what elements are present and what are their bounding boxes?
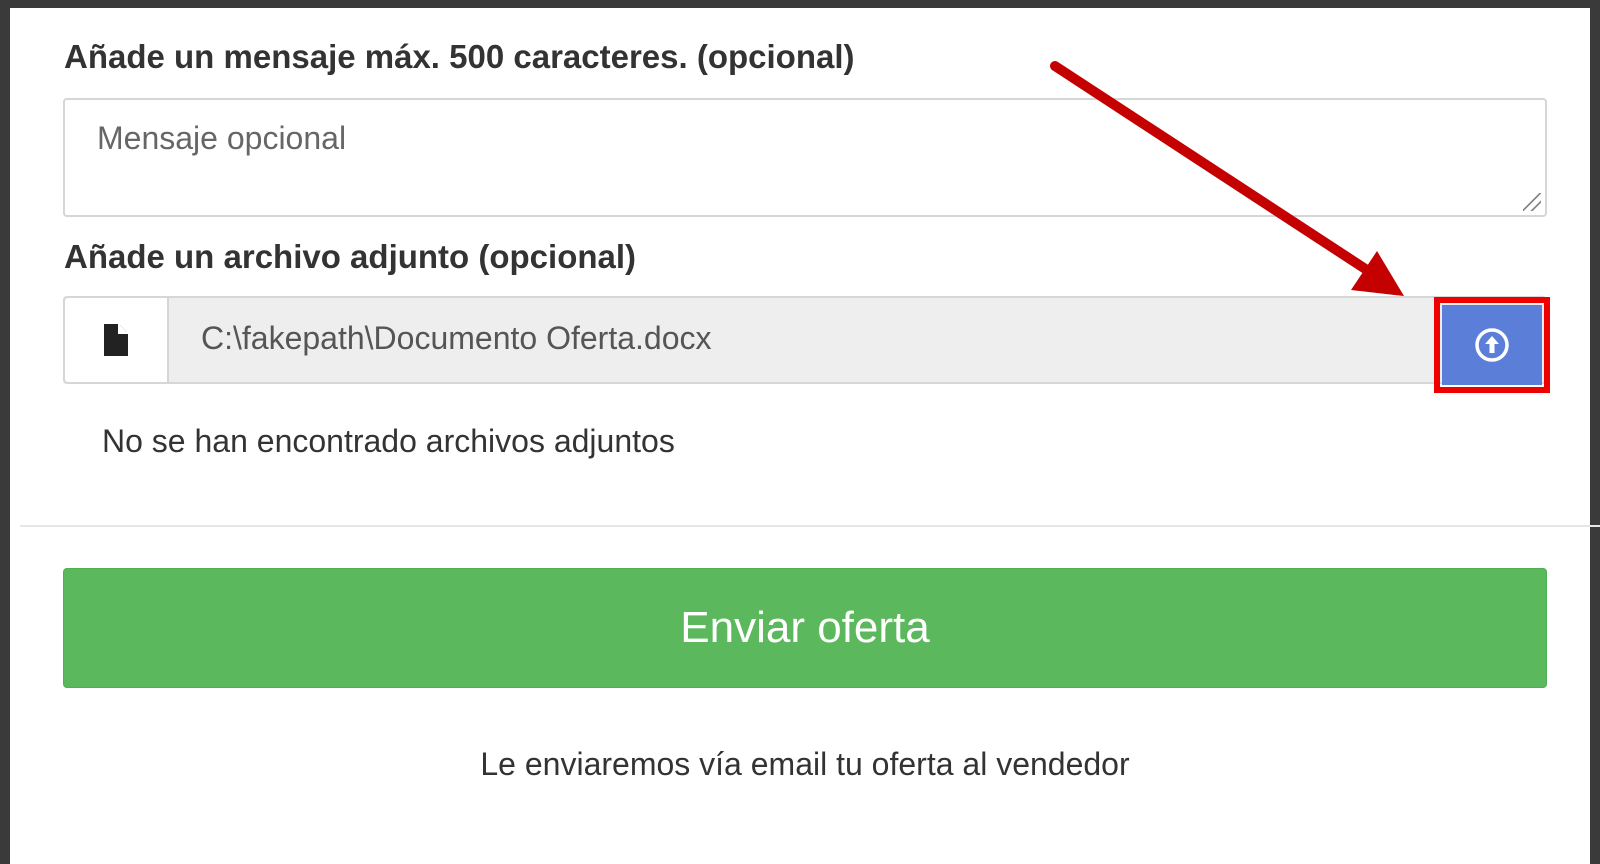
footer-note: Le enviaremos vía email tu oferta al ven… bbox=[480, 746, 1130, 782]
upload-button[interactable] bbox=[1442, 305, 1542, 385]
submit-offer-button[interactable]: Enviar oferta bbox=[63, 568, 1547, 688]
arrow-circle-up-icon bbox=[1475, 328, 1509, 362]
file-icon bbox=[104, 324, 128, 356]
no-attachments-text: No se han encontrado archivos adjuntos bbox=[102, 423, 675, 459]
file-path-display[interactable]: C:\fakepath\Documento Oferta.docx bbox=[201, 320, 711, 357]
offer-form-panel: Añade un mensaje máx. 500 caracteres. (o… bbox=[0, 0, 1600, 864]
divider bbox=[20, 525, 1600, 527]
file-input-group[interactable]: C:\fakepath\Documento Oferta.docx bbox=[63, 296, 1547, 384]
message-label: Añade un mensaje máx. 500 caracteres. (o… bbox=[64, 38, 855, 75]
attachment-label: Añade un archivo adjunto (opcional) bbox=[64, 238, 637, 275]
file-addon bbox=[65, 298, 169, 382]
message-textarea[interactable]: Mensaje opcional bbox=[63, 98, 1547, 217]
message-placeholder: Mensaje opcional bbox=[97, 120, 347, 156]
resize-handle-icon[interactable] bbox=[1523, 193, 1541, 211]
